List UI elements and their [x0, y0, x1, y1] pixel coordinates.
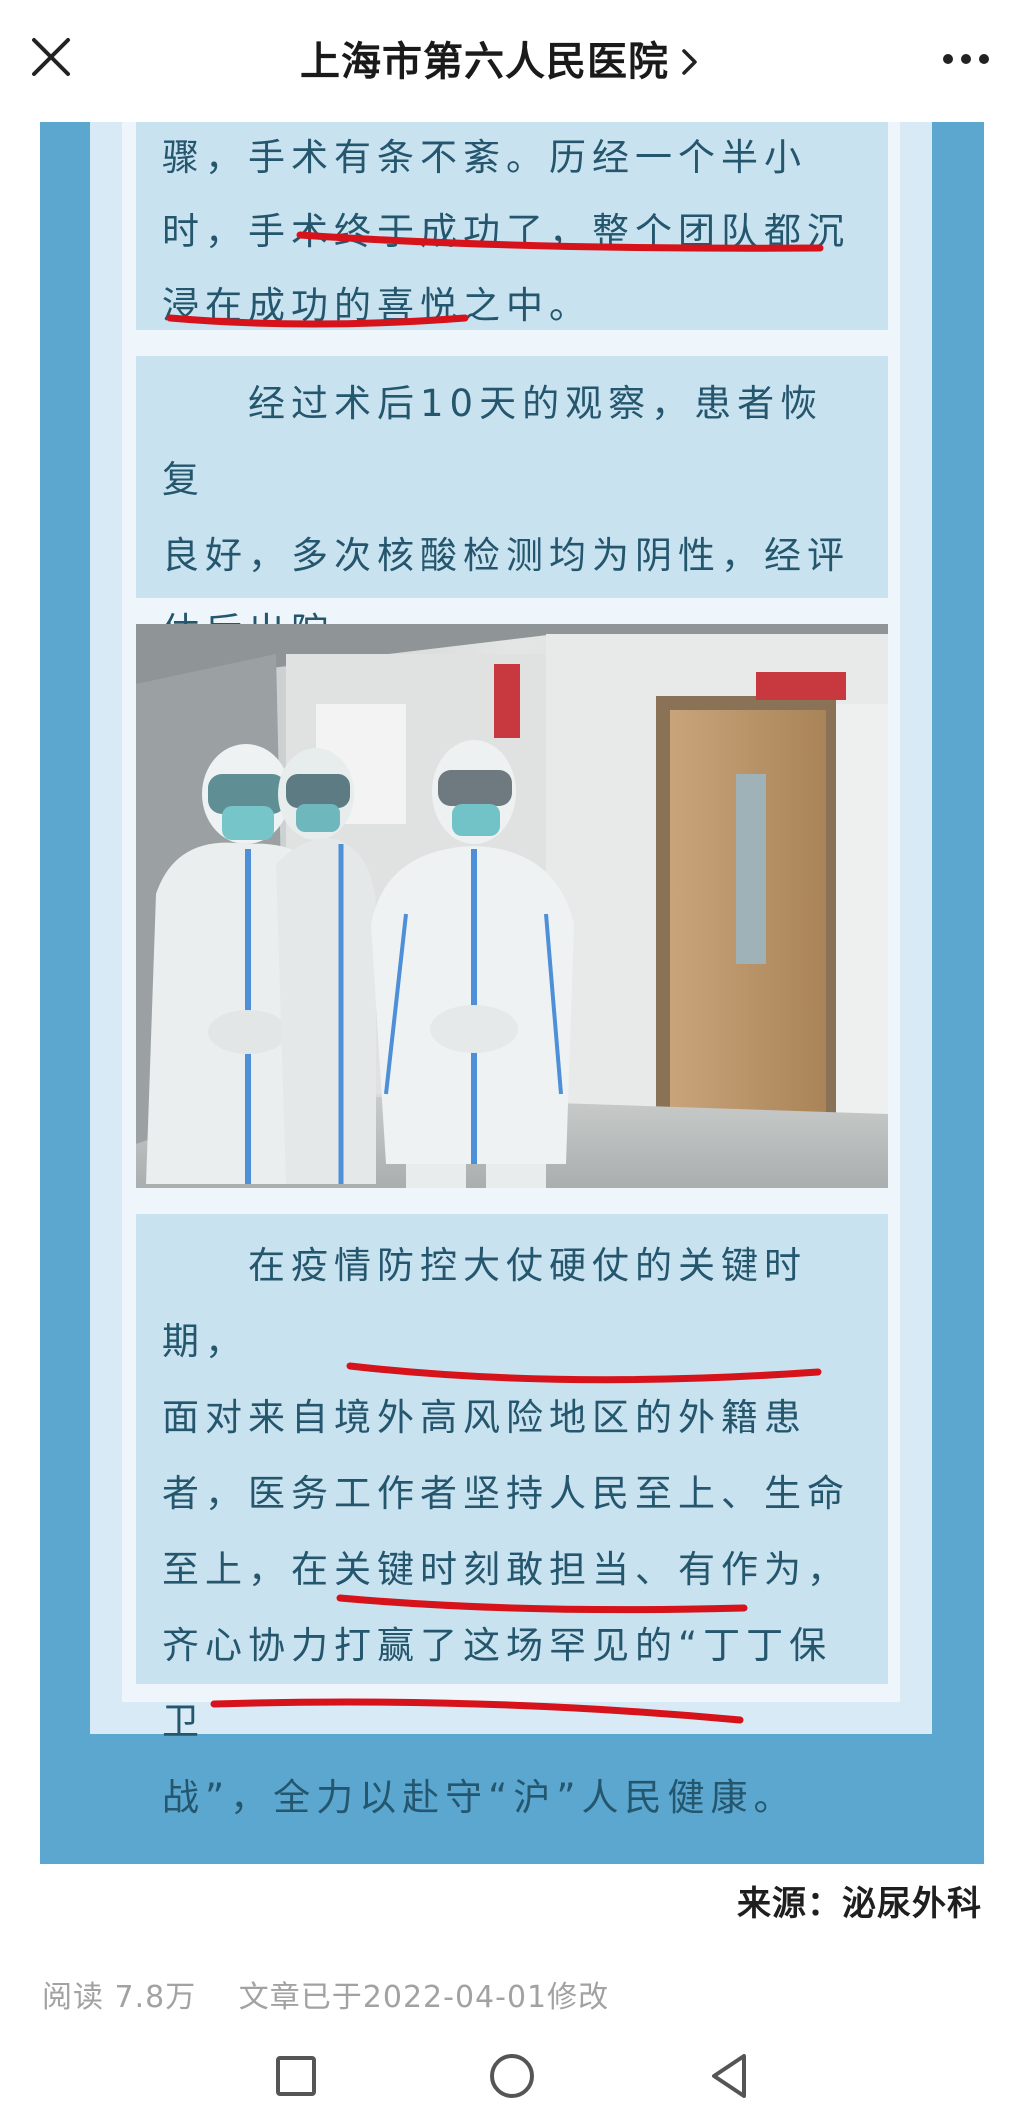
account-title-text: 上海市第六人民医院: [300, 39, 669, 85]
paragraph-card-3: 在疫情防控大仗硬仗的关键时期， 面对来自境外高风险地区的外籍患 者，医务工作者坚…: [136, 1214, 888, 1819]
chevron-right-icon: [679, 45, 701, 79]
paragraph-line: 浸在成功的喜悦之中。: [162, 284, 592, 327]
paragraph-line: 者，医务工作者坚持人民至上、生命: [162, 1472, 850, 1515]
paragraph-card-1: 骤，手术有条不紊。历经一个半小 时，手术终于成功了，整个团队都沉 浸在成功的喜悦…: [136, 122, 888, 330]
more-icon[interactable]: [938, 44, 994, 74]
paragraph-line: 经过术后10天的观察，患者恢复: [162, 382, 824, 501]
medical-team-photo[interactable]: [136, 624, 888, 1188]
paragraph-line: 骤，手术有条不紊。历经一个半小: [162, 136, 807, 179]
back-triangle-icon[interactable]: [700, 2046, 760, 2106]
home-circle-icon[interactable]: [482, 2046, 542, 2106]
paragraph-line: 至上，在关键时刻敢担当、有作为，: [162, 1548, 850, 1591]
paragraph-line: 在疫情防控大仗硬仗的关键时期，: [162, 1244, 807, 1363]
article-meta: 阅读 7.8万 文章已于2022-04-01修改: [42, 1972, 641, 2016]
paragraph-line: 战”，全力以赴守“沪”人民健康。: [162, 1776, 797, 1819]
system-nav-bar: [0, 2030, 1024, 2120]
account-title[interactable]: 上海市第六人民医院: [300, 34, 701, 90]
close-icon[interactable]: [22, 28, 82, 88]
top-bar: 上海市第六人民医院: [0, 0, 1024, 120]
modified-date: 文章已于2022-04-01修改: [238, 1980, 610, 2015]
recents-square-icon[interactable]: [266, 2046, 326, 2106]
paragraph-line: 面对来自境外高风险地区的外籍患: [162, 1396, 807, 1439]
paragraph-line: 齐心协力打赢了这场罕见的“丁丁保卫: [162, 1624, 833, 1743]
paragraph-card-2: 经过术后10天的观察，患者恢复 良好，多次核酸检测均为阴性，经评 估后出院。: [136, 356, 888, 653]
article-page: 上海市第六人民医院 骤，手术有条不紊。历经一个半小 时，手术终于成功了，整个团队…: [0, 0, 1024, 2120]
paragraph-line: 时，手术终于成功了，整个团队都沉: [162, 210, 850, 253]
source-label: 来源：泌尿外科: [737, 1884, 982, 1924]
read-count: 阅读 7.8万: [42, 1980, 197, 2015]
paragraph-line: 良好，多次核酸检测均为阴性，经评: [162, 534, 850, 577]
